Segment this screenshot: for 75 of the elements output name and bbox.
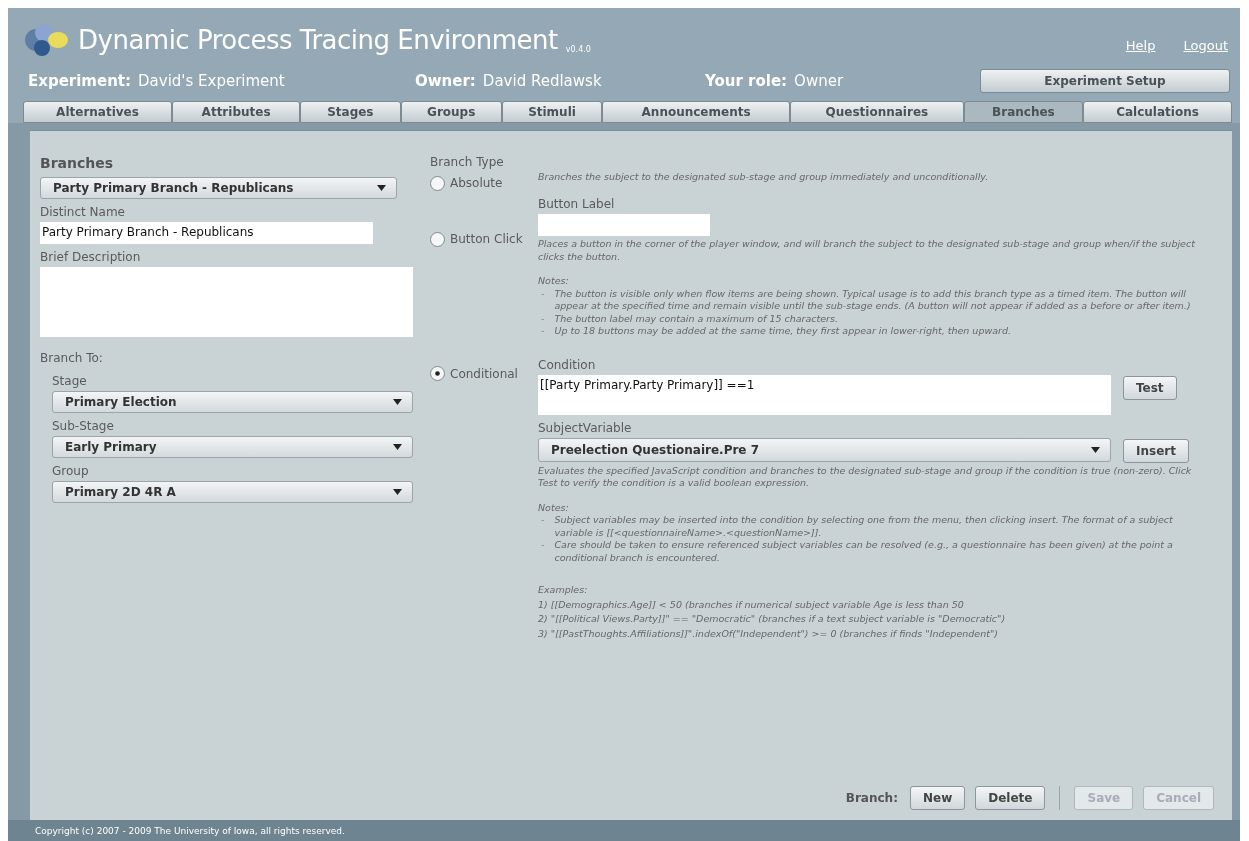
bullet-dash: -: [541, 539, 545, 552]
radio-button[interactable]: [430, 231, 445, 247]
field-label: Distinct Name: [40, 205, 126, 219]
tab[interactable]: Stimuli: [501, 101, 603, 123]
field-label: Condition: [538, 357, 597, 372]
tab[interactable]: Stages: [300, 101, 401, 123]
dropdown[interactable]: Early Primary: [52, 436, 413, 458]
examples-heading: Examples:: [538, 584, 589, 597]
radio-label: Button Click: [450, 232, 523, 246]
info-value: Owner: [794, 72, 844, 90]
tab[interactable]: Branches: [963, 101, 1083, 123]
dropdown[interactable]: Primary 2D 4R A: [52, 481, 413, 503]
info-label: Your role:: [705, 72, 788, 90]
caret-icon: [393, 444, 402, 450]
tab[interactable]: Attributes: [172, 101, 301, 123]
tab[interactable]: Questionnaires: [789, 101, 964, 123]
insert-button[interactable]: Insert: [1123, 438, 1189, 463]
note-text: Subject variables may be inserted into the condition by selecting one from the menu, then clicking insert. The format of a subject variable is [[<questionnaireName>.<questionName>]].: [554, 514, 1174, 539]
subject-variable-dropdown[interactable]: Preelection Questionaire.Pre 7: [538, 437, 1111, 462]
branch-label: Branch:: [845, 791, 898, 805]
radio-label: Conditional: [450, 366, 518, 381]
field-label: Sub-Stage: [52, 419, 115, 433]
info-value: David's Experiment: [138, 72, 285, 90]
action-button[interactable]: Delete: [975, 786, 1046, 810]
input-field[interactable]: Party Primary Branch - Republicans: [40, 222, 373, 244]
info-label: Experiment:: [28, 72, 132, 90]
caret-icon: [1091, 446, 1100, 453]
example-text: 3) "[[PastThoughts.Affiliations]]".indexOf("Independent") >= 0 (branches if finds "Independent"): [538, 627, 999, 640]
radio-button[interactable]: [430, 366, 445, 381]
app-title: Dynamic Process Tracing Environment: [78, 25, 558, 55]
info-label: Owner:: [415, 72, 476, 90]
test-button[interactable]: Test: [1123, 375, 1177, 400]
field-label: Button Label: [538, 197, 616, 211]
note-text: Up to 18 buttons may be added at the same time, they first appear in lower-right, then upward.: [554, 325, 1011, 338]
section-heading: Branches: [40, 155, 115, 171]
note-text: Care should be taken to ensure referenced subject variables can be resolved (e.g., a questionnaire has been given) at the point a conditional branch is encountered.: [554, 539, 1174, 564]
tab[interactable]: Announcements: [602, 101, 790, 123]
section-label: Branch Type: [430, 155, 505, 169]
notes-heading: Notes:: [538, 275, 570, 288]
tab[interactable]: Groups: [400, 101, 502, 123]
radio-label: Absolute: [450, 176, 503, 190]
caret-icon: [393, 399, 402, 405]
tab[interactable]: Calculations: [1083, 101, 1232, 123]
example-text: 1) [[Demographics.Age]] < 50 (branches if numerical subject variable Age is less than 50: [538, 598, 965, 611]
field-label: Group: [52, 464, 90, 478]
caret-icon: [377, 185, 386, 191]
copyright-text: Copyright (c) 2007 - 2009 The University of Iowa, all rights reserved.: [35, 825, 345, 836]
description-field[interactable]: [40, 267, 413, 337]
field-label: SubjectVariable: [538, 420, 633, 435]
note-text: The button is visible only when flow items are being shown. Typical usage is to add this branch type as a timed item. The button will appear at the specified time and remain visible until the sub-stage ends. (A button will not appear if added as a before or after item.): [554, 287, 1192, 313]
bullet-dash: -: [541, 325, 545, 338]
field-label: Branch To:: [40, 351, 104, 365]
info-value: David Redlawsk: [482, 72, 602, 90]
description-text: Places a button in the corner of the player window, and will branch the subject to the designated sub-stage and group when/if the subject clicks the button.: [538, 238, 1196, 263]
description-text: Evaluates the specified JavaScript condition and branches to the designated sub-stage and group if the condition is true (non-zero). Click Test to verify the condition is a valid boolean expression.: [538, 464, 1193, 490]
caret-icon: [393, 489, 402, 495]
bullet-dash: -: [541, 514, 545, 527]
field-label: Stage: [52, 374, 88, 388]
bullet-dash: -: [541, 287, 545, 301]
field-label: Brief Description: [40, 250, 142, 264]
example-text: 2) "[[Political Views.Party]]" == "Democratic" (branches if a text subject variable is "Democratic"): [538, 613, 1007, 626]
tab[interactable]: Alternatives: [23, 101, 172, 123]
action-button[interactable]: New: [909, 786, 966, 810]
bullet-dash: -: [541, 312, 545, 325]
input-field[interactable]: [538, 214, 710, 236]
notes-heading: Notes:: [538, 501, 570, 514]
condition-field[interactable]: [[Party Primary.Party Primary]] ==1: [538, 374, 1111, 415]
branch-dropdown[interactable]: Party Primary Branch - Republicans: [40, 177, 397, 199]
experiment-setup-button[interactable]: Experiment Setup: [980, 69, 1230, 93]
version-label: v0.4.0: [565, 45, 591, 54]
description-text: Branches the subject to the designated sub-stage and group immediately and unconditionally.: [538, 171, 990, 184]
note-text: The button label may contain a maximum of 15 characters.: [554, 312, 838, 325]
radio-button[interactable]: [430, 175, 445, 191]
logo-icon: [22, 22, 70, 58]
dropdown[interactable]: Primary Election: [52, 391, 413, 413]
